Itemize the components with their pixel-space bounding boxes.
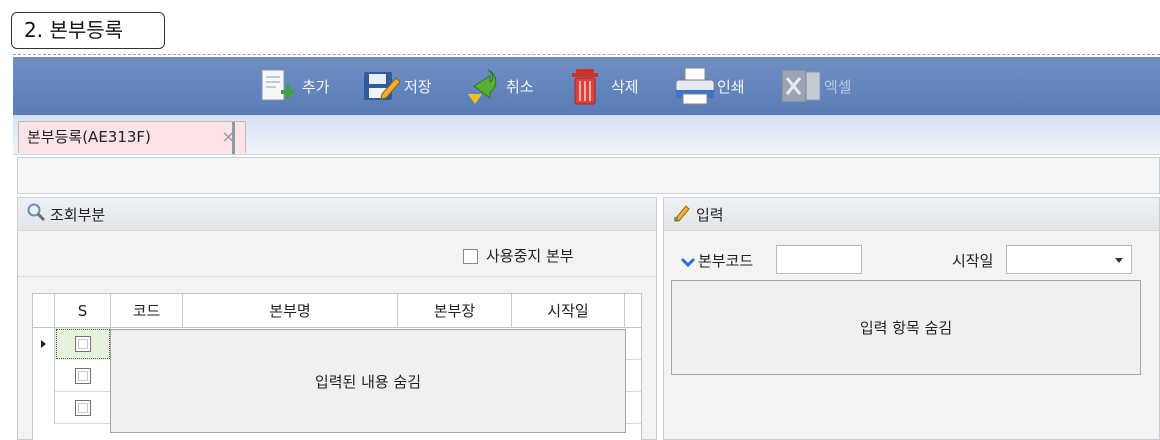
tab-edge-divider <box>232 122 235 154</box>
row-header <box>33 392 55 424</box>
printer-icon <box>673 64 715 108</box>
tab-bar: 본부등록(AE313F) × <box>13 115 1160 155</box>
input-panel-title: 입력 <box>696 205 724 224</box>
required-chevron-icon <box>680 255 696 273</box>
search-panel-title: 조회부분 <box>50 205 106 224</box>
input-panel-header: 입력 <box>664 198 1159 231</box>
grid-corner <box>33 294 55 328</box>
print-button-label: 인쇄 <box>717 77 745 96</box>
column-header-start-date[interactable]: 시작일 <box>512 294 625 328</box>
save-button-label: 저장 <box>404 77 432 96</box>
print-button[interactable]: 인쇄 <box>673 57 745 115</box>
delete-button-label: 삭제 <box>611 77 639 96</box>
grid-header: S 코드 본부명 본부장 시작일 <box>33 294 641 328</box>
row-select-cell[interactable] <box>55 328 111 360</box>
magnifier-icon <box>26 202 46 226</box>
add-document-icon <box>258 64 298 108</box>
cancel-button-label: 취소 <box>506 77 534 96</box>
hidden-input-notice: 입력 항목 숨김 <box>671 280 1141 375</box>
filter-row: 사용중지 본부 <box>18 231 656 277</box>
dashed-divider <box>13 54 1160 55</box>
add-button-label: 추가 <box>302 77 330 96</box>
section-title: 2. 본부등록 <box>11 12 165 49</box>
search-condition-bar <box>17 157 1160 194</box>
save-button[interactable]: 저장 <box>360 57 432 115</box>
trash-icon <box>567 64 607 108</box>
column-header-code[interactable]: 코드 <box>111 294 183 328</box>
inactive-filter-checkbox[interactable] <box>463 249 478 264</box>
cancel-button[interactable]: 취소 <box>462 57 534 115</box>
row-select-cell[interactable] <box>55 392 111 424</box>
delete-button[interactable]: 삭제 <box>567 57 639 115</box>
row-checkbox[interactable] <box>75 336 91 352</box>
excel-icon <box>780 64 821 108</box>
excel-button-label: 엑셀 <box>824 77 852 96</box>
start-date-label: 시작일 <box>952 252 994 270</box>
save-icon <box>360 64 401 108</box>
input-panel: 입력 본부코드 시작일 입력 항목 숨김 <box>663 197 1160 440</box>
code-label: 본부코드 <box>698 252 754 270</box>
current-row-arrow-icon <box>41 340 46 348</box>
inactive-filter-label: 사용중지 본부 <box>486 247 574 265</box>
tab-label: 본부등록(AE313F) <box>27 128 151 146</box>
tab-headquarters-registration[interactable]: 본부등록(AE313F) × <box>18 121 246 153</box>
dropdown-arrow-icon[interactable] <box>1115 258 1123 263</box>
row-header <box>33 328 55 360</box>
excel-button[interactable]: 엑셀 <box>780 57 852 115</box>
column-header-s[interactable]: S <box>55 294 111 328</box>
undo-arrow-icon <box>462 64 502 108</box>
toolbar: 추가 저장 취소 삭제 인쇄 엑셀 <box>13 57 1160 115</box>
row-header <box>33 360 55 392</box>
row-checkbox[interactable] <box>75 400 91 416</box>
search-panel-header: 조회부분 <box>18 198 656 231</box>
add-button[interactable]: 추가 <box>258 57 330 115</box>
hidden-content-notice: 입력된 내용 숨김 <box>110 329 626 433</box>
start-date-dropdown[interactable] <box>1006 245 1132 274</box>
code-field[interactable] <box>776 245 862 274</box>
column-header-name[interactable]: 본부명 <box>183 294 398 328</box>
column-header-manager[interactable]: 본부장 <box>398 294 512 328</box>
pencil-icon <box>672 202 692 226</box>
search-panel: 조회부분 사용중지 본부 S 코드 본부명 본부장 시작일 입력된 내용 숨김 <box>17 197 657 440</box>
row-checkbox[interactable] <box>75 368 91 384</box>
row-select-cell[interactable] <box>55 360 111 392</box>
